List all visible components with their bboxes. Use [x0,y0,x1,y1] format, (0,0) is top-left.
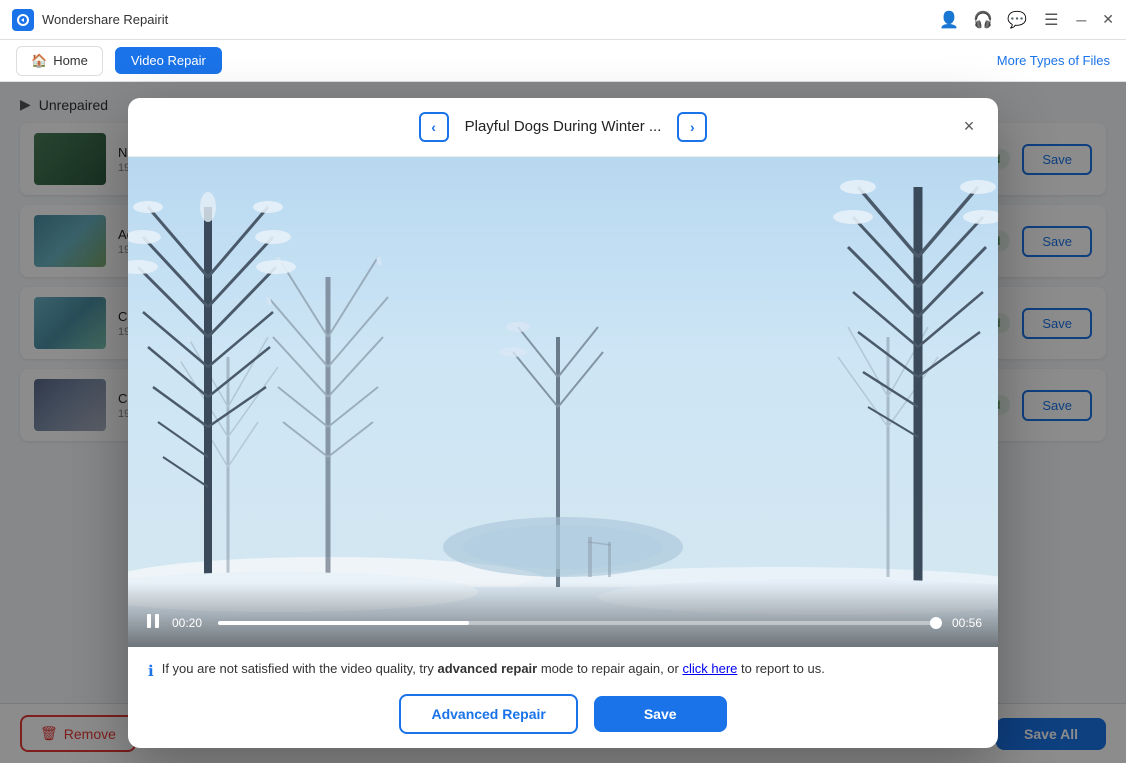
home-label: Home [53,53,88,68]
titlebar-left: Wondershare Repairit [12,9,168,31]
app-icon [12,9,34,31]
prev-button[interactable]: ‹ [419,112,449,142]
progress-thumb [930,617,942,629]
titlebar-icons: 👤 🎧 💬 ☰ ─ ✕ [940,11,1114,29]
time-total: 00:56 [946,616,982,630]
modal-overlay: ‹ Playful Dogs During Winter ... › × [0,82,1126,763]
titlebar: Wondershare Repairit 👤 🎧 💬 ☰ ─ ✕ [0,0,1126,40]
video-repair-tab[interactable]: Video Repair [115,47,222,74]
navbar: 🏠 Home Video Repair More Types of Files [0,40,1126,82]
video-player[interactable]: 00:20 00:56 [128,157,998,647]
report-link[interactable]: click here [682,661,737,676]
modal-actions: Advanced Repair Save [148,694,978,734]
video-frame [128,157,998,647]
home-tab[interactable]: 🏠 Home [16,46,103,76]
info-message: ℹ If you are not satisfied with the vide… [148,661,978,680]
home-icon: 🏠 [31,53,47,69]
main-area: ▶ Unrepaired Nature Forest.mp4 1920×1080… [0,82,1126,763]
pause-button[interactable] [144,612,162,635]
info-text: If you are not satisfied with the video … [162,661,825,676]
save-modal-button[interactable]: Save [594,696,727,732]
preview-modal: ‹ Playful Dogs During Winter ... › × [128,98,998,748]
next-button[interactable]: › [677,112,707,142]
modal-close-button[interactable]: × [956,114,982,140]
menu-icon[interactable]: ☰ [1042,11,1060,29]
close-button[interactable]: ✕ [1102,11,1114,28]
progress-bar[interactable] [218,621,936,625]
modal-footer: ℹ If you are not satisfied with the vide… [128,647,998,748]
chevron-right-icon: › [690,119,695,135]
video-repair-label: Video Repair [131,53,206,68]
chat-icon[interactable]: 💬 [1008,11,1026,29]
advanced-repair-button[interactable]: Advanced Repair [399,694,577,734]
minimize-button[interactable]: ─ [1076,12,1086,28]
info-icon: ℹ [148,662,154,680]
progress-fill [218,621,469,625]
time-current: 00:20 [172,616,208,630]
modal-header: ‹ Playful Dogs During Winter ... › × [128,98,998,157]
account-icon[interactable]: 👤 [940,11,958,29]
modal-title: Playful Dogs During Winter ... [465,118,662,135]
video-controls: 00:20 00:56 [128,582,998,647]
chevron-left-icon: ‹ [431,119,436,135]
more-types-link[interactable]: More Types of Files [997,53,1110,68]
headphones-icon[interactable]: 🎧 [974,11,992,29]
app-title: Wondershare Repairit [42,12,168,27]
